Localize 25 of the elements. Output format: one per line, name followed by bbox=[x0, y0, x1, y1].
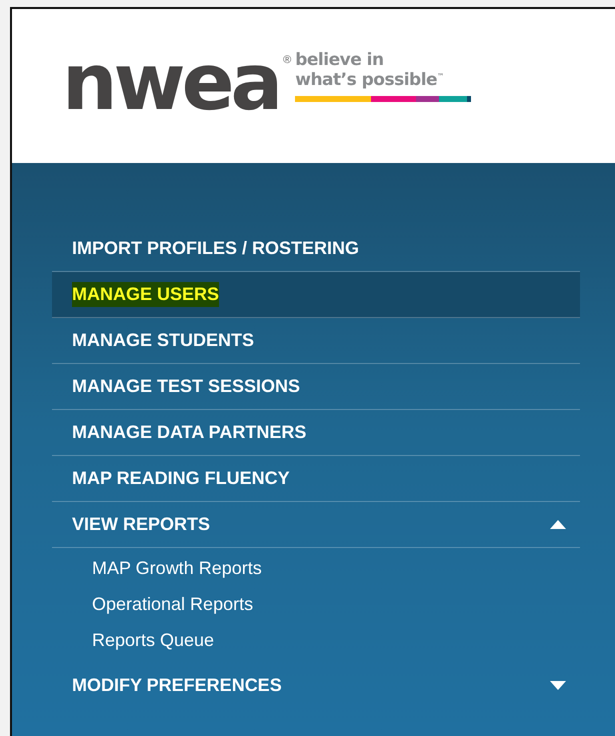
nav-label[interactable]: MAP READING FLUENCY bbox=[72, 466, 290, 491]
nav-item[interactable]: MANAGE USERS bbox=[52, 272, 580, 318]
logo-tagline: what’s possible$^{™}$ bbox=[295, 70, 445, 90]
nav-sublink[interactable]: Reports Queue bbox=[92, 627, 214, 663]
nav-label[interactable]: MANAGE DATA PARTNERS bbox=[72, 420, 306, 445]
nav-item[interactable]: VIEW REPORTS bbox=[52, 502, 580, 548]
nav-item[interactable]: MANAGE DATA PARTNERS bbox=[52, 410, 580, 456]
nav-sublink[interactable]: MAP Growth Reports bbox=[92, 555, 262, 591]
nav-label[interactable]: IMPORT PROFILES / ROSTERING bbox=[72, 236, 360, 261]
nav-item[interactable]: MAP READING FLUENCY bbox=[52, 456, 580, 502]
nav-label[interactable]: MANAGE STUDENTS bbox=[72, 328, 254, 353]
nav-item[interactable]: MANAGE STUDENTS bbox=[52, 318, 580, 364]
logo-wordmark: nwea bbox=[62, 52, 280, 120]
logo-tagline: believe in bbox=[295, 50, 385, 70]
nav-label[interactable]: MODIFY PREFERENCES bbox=[72, 673, 282, 698]
caret-down-icon[interactable] bbox=[550, 681, 566, 690]
nav-item[interactable]: MANAGE TEST SESSIONS bbox=[52, 364, 580, 410]
nav-sublink[interactable]: Operational Reports bbox=[92, 591, 254, 627]
color-stripe-icon bbox=[295, 96, 472, 102]
nav-label[interactable]: MANAGE TEST SESSIONS bbox=[72, 374, 300, 399]
nav-item[interactable]: MODIFY PREFERENCES bbox=[52, 663, 580, 708]
nav-label[interactable]: MANAGE USERS bbox=[72, 282, 220, 307]
caret-up-icon[interactable] bbox=[550, 520, 566, 529]
nav-label[interactable]: VIEW REPORTS bbox=[72, 512, 210, 537]
registered-mark: ® bbox=[283, 54, 292, 66]
